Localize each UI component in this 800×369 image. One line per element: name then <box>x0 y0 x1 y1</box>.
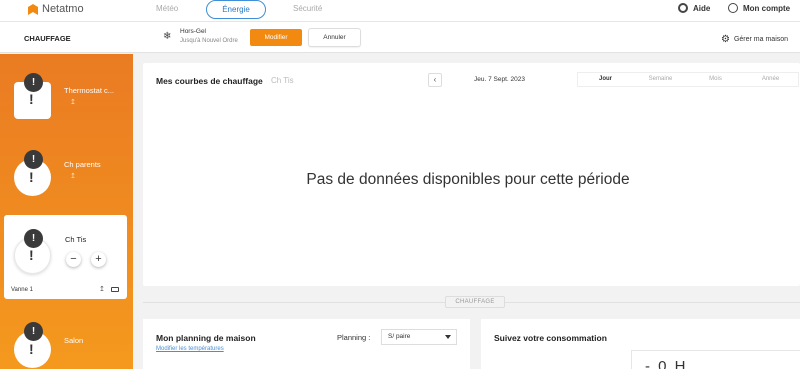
manage-home-label: Gérer ma maison <box>733 36 789 43</box>
room-item-thermostat[interactable]: ! ! Thermostat c... ↥ <box>0 54 133 134</box>
lifebuoy-icon <box>678 3 688 13</box>
consumption-panel: - 0 H <box>631 350 800 369</box>
device-name: Vanne 1 <box>11 287 33 293</box>
room-name: Ch Tis <box>65 235 87 244</box>
logo-text: Netatmo <box>42 3 84 15</box>
tab-meteo[interactable]: Météo <box>156 4 178 13</box>
section-label: CHAUFFAGE <box>445 296 505 308</box>
room-item-ch-parents[interactable]: ! ! Ch parents ↥ <box>0 134 133 214</box>
room-name: Ch parents <box>64 160 101 169</box>
top-nav: Netatmo Météo Énergie Sécurité Aide Mon … <box>0 0 800 22</box>
modify-button[interactable]: Modifier <box>250 29 302 46</box>
manage-home-button[interactable]: ⚙ Gérer ma maison <box>721 34 788 45</box>
period-year[interactable]: Année <box>743 73 798 86</box>
account-button[interactable]: Mon compte <box>728 3 790 13</box>
room-item-ch-tis[interactable]: ! ! Ch Tis − + Vanne 1 ↥ <box>4 215 127 299</box>
planning-selected: S/ paire <box>388 333 411 340</box>
heating-curves-card: Mes courbes de chauffage Ch Tis ‹ Jeu. 7… <box>143 63 800 286</box>
alert-badge: ! <box>24 73 43 92</box>
room-item-salon[interactable]: ! ! Salon <box>0 304 133 369</box>
previous-date-button[interactable]: ‹ <box>428 73 442 87</box>
section-title: CHAUFFAGE <box>24 34 71 43</box>
room-sidebar: ! ! Thermostat c... ↥ ! ! Ch parents ↥ !… <box>0 54 133 369</box>
netatmo-logo-icon <box>28 3 38 15</box>
snowflake-icon: ❄ <box>163 31 172 42</box>
status-mark: ! <box>29 91 34 107</box>
period-week[interactable]: Semaine <box>633 73 688 86</box>
user-icon <box>728 3 738 13</box>
current-date: Jeu. 7 Sept. 2023 <box>474 76 525 83</box>
alert-badge: ! <box>24 322 43 341</box>
upload-icon: ↥ <box>99 286 105 293</box>
planning-title: Mon planning de maison <box>156 333 256 343</box>
increase-temp-button[interactable]: + <box>91 252 106 267</box>
mode-name: Hors-Gel <box>180 28 207 35</box>
caret-down-icon <box>445 335 451 339</box>
gear-icon: ⚙ <box>721 34 730 45</box>
help-label: Aide <box>693 3 711 13</box>
status-mark: ! <box>29 169 34 185</box>
cancel-button[interactable]: Annuler <box>309 29 360 46</box>
period-day[interactable]: Jour <box>578 73 633 86</box>
tab-energie[interactable]: Énergie <box>206 0 266 19</box>
decrease-temp-button[interactable]: − <box>66 252 81 267</box>
battery-icon <box>111 287 119 292</box>
status-mark: ! <box>29 247 34 263</box>
room-name: Salon <box>64 336 84 345</box>
room-name: Thermostat c... <box>64 86 115 95</box>
help-button[interactable]: Aide <box>678 3 710 13</box>
consumption-title: Suivez votre consommation <box>494 333 607 343</box>
upload-icon: ↥ <box>70 173 76 180</box>
alert-badge: ! <box>24 229 43 248</box>
alert-badge: ! <box>24 150 43 169</box>
selected-room: Ch Tis <box>271 76 294 85</box>
mode-bar: CHAUFFAGE ❄ Hors-Gel Jusqu'à Nouvel Ordr… <box>0 22 800 53</box>
planning-label: Planning : <box>337 333 371 342</box>
period-selector: Jour Semaine Mois Année <box>577 72 799 87</box>
period-month[interactable]: Mois <box>688 73 743 86</box>
tab-securite[interactable]: Sécurité <box>293 4 322 13</box>
mode-duration: Jusqu'à Nouvel Ordre <box>180 38 238 44</box>
planning-card: Mon planning de maison Modifier les temp… <box>143 319 470 369</box>
planning-select[interactable]: S/ paire <box>381 329 457 345</box>
consumption-value: - 0 H <box>645 358 688 369</box>
no-data-message: Pas de données disponibles pour cette pé… <box>306 171 630 188</box>
upload-icon: ↥ <box>70 99 76 106</box>
edit-temperatures-link[interactable]: Modifier les températures <box>156 346 224 352</box>
card-title: Mes courbes de chauffage <box>156 76 263 86</box>
netatmo-logo[interactable]: Netatmo <box>28 3 84 15</box>
status-mark: ! <box>29 341 34 357</box>
consumption-card: Suivez votre consommation - 0 H <box>481 319 800 369</box>
account-label: Mon compte <box>743 3 791 13</box>
